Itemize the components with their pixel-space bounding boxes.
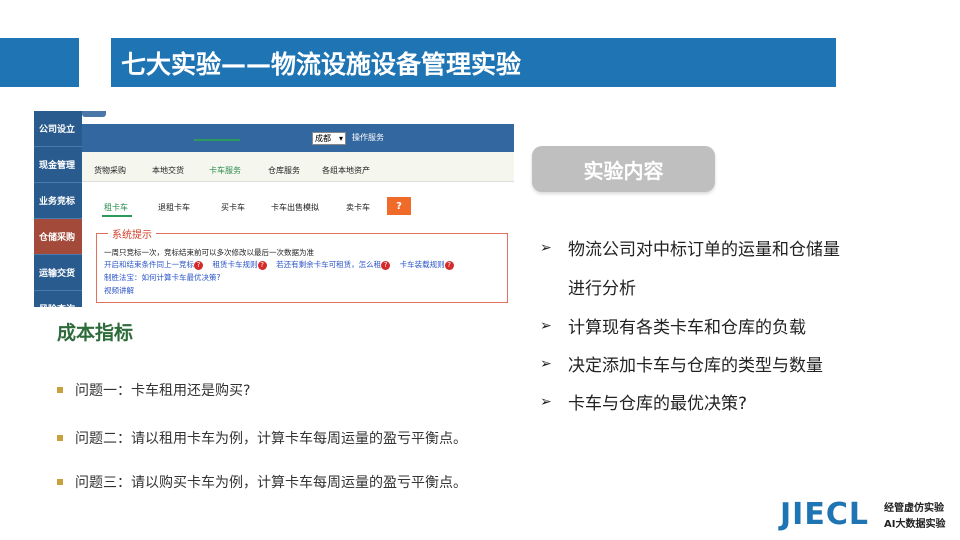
system-tip-links: 开启和结束条件同上一竞标? 租赁卡车规则? 若还有剩余卡车可租赁，怎么租? 卡车… bbox=[104, 259, 454, 270]
help-button[interactable]: ? bbox=[387, 197, 411, 215]
header-title-bar: 七大实验——物流设施设备管理实验 bbox=[111, 38, 836, 87]
screenshot-toolbar bbox=[82, 124, 514, 152]
menu-local-assets[interactable]: 各组本地资产 bbox=[322, 165, 370, 176]
tip-link-video[interactable]: 视频讲解 bbox=[104, 285, 134, 296]
system-tip-line: 一周只竞标一次，竞标结束前可以多次修改以最后一次数据为准 bbox=[104, 248, 314, 257]
experiment-item-text: 卡车与仓库的最优决策? bbox=[568, 394, 748, 414]
list-item: 问题三：请以购买卡车为例，计算卡车每周运量的盈亏平衡点。 bbox=[57, 472, 467, 492]
sidebar-item-delivery[interactable]: 运输交货 bbox=[34, 255, 82, 291]
list-item: ➢ 卡车与仓库的最优决策? bbox=[540, 389, 748, 415]
list-item: ➢ 物流公司对中标订单的运量和仓储量 bbox=[540, 235, 840, 261]
tab-sell-simulation[interactable]: 卡车出售模拟 bbox=[271, 202, 319, 213]
list-item: ➢ 计算现有各类卡车和仓库的负载 bbox=[540, 313, 806, 339]
menu-active-underline bbox=[194, 139, 240, 141]
sidebar-item-warehouse[interactable]: 仓储采购 bbox=[34, 219, 82, 255]
logo-subtitle-1: 经管虚仿实验 bbox=[884, 503, 944, 514]
tab-rent-truck[interactable]: 租卡车 bbox=[104, 202, 128, 213]
logo: JIECL bbox=[780, 497, 869, 532]
tab-sell-truck[interactable]: 卖卡车 bbox=[346, 202, 370, 213]
help-icon[interactable]: ? bbox=[257, 260, 267, 270]
experiment-item-text: 物流公司对中标订单的运量和仓储量 bbox=[568, 240, 840, 260]
sidebar-item-cash[interactable]: 现金管理 bbox=[34, 147, 82, 183]
help-icon[interactable]: ? bbox=[381, 260, 391, 270]
arrow-right-icon: ➢ bbox=[540, 317, 552, 334]
sidebar-item-company[interactable]: 公司设立 bbox=[34, 111, 82, 147]
city-select[interactable]: 成都 ▾ bbox=[312, 132, 346, 145]
arrow-right-icon: ➢ bbox=[540, 393, 552, 410]
list-item: 问题二：请以租用卡车为例，计算卡车每周运量的盈亏平衡点。 bbox=[57, 428, 467, 448]
arrow-right-icon: ➢ bbox=[540, 239, 552, 256]
tab-return-truck[interactable]: 退租卡车 bbox=[158, 202, 190, 213]
arrow-right-icon: ➢ bbox=[540, 355, 552, 372]
tip-link-bid-rule[interactable]: 开启和结束条件同上一竞标 bbox=[104, 260, 194, 269]
cost-section-title: 成本指标 bbox=[57, 322, 134, 344]
chevron-down-icon: ▾ bbox=[338, 134, 343, 143]
sidebar-item-bidding[interactable]: 业务竞标 bbox=[34, 183, 82, 219]
menu-local-delivery[interactable]: 本地交货 bbox=[152, 165, 184, 176]
question-text: 问题一：卡车租用还是购买? bbox=[75, 383, 251, 399]
tip-link-optimal[interactable]: 制胜法宝：如何计算卡车最优决策? bbox=[104, 272, 220, 283]
tip-link-load-rule[interactable]: 卡车装载规则 bbox=[400, 260, 445, 269]
help-icon[interactable]: ? bbox=[444, 260, 454, 270]
help-icon[interactable]: ? bbox=[194, 260, 203, 270]
experiment-item-continuation: 进行分析 bbox=[568, 279, 636, 299]
header-left-accent bbox=[0, 38, 79, 87]
logo-subtitle-2: AI大数据实验 bbox=[884, 519, 946, 530]
experiment-item-text: 计算现有各类卡车和仓库的负载 bbox=[568, 318, 806, 338]
list-item: 问题一：卡车租用还是购买? bbox=[57, 380, 250, 400]
menu-truck-service[interactable]: 卡车服务 bbox=[209, 165, 241, 176]
experiment-item-text: 决定添加卡车与仓库的类型与数量 bbox=[568, 356, 823, 376]
menu-warehouse-service[interactable]: 仓库服务 bbox=[268, 165, 300, 176]
screenshot-menu: 货物采购 本地交货 卡车服务 仓库服务 各组本地资产 bbox=[82, 152, 514, 182]
ops-label[interactable]: 操作服务 bbox=[352, 132, 384, 143]
list-item: ➢ 决定添加卡车与仓库的类型与数量 bbox=[540, 351, 823, 377]
page-title: 七大实验——物流设施设备管理实验 bbox=[121, 49, 522, 79]
tip-link-rent-rule[interactable]: 租赁卡车规则 bbox=[213, 260, 258, 269]
bullet-icon bbox=[57, 387, 63, 393]
screenshot-sidebar: 公司设立 现金管理 业务竞标 仓储采购 运输交货 风险查询 bbox=[34, 111, 82, 307]
question-text: 问题二：请以租用卡车为例，计算卡车每周运量的盈亏平衡点。 bbox=[75, 431, 467, 447]
tab-buy-truck[interactable]: 买卡车 bbox=[221, 202, 245, 213]
bullet-icon bbox=[57, 435, 63, 441]
sub-active-underline bbox=[102, 215, 132, 217]
collapse-tab[interactable] bbox=[82, 111, 106, 117]
question-text: 问题三：请以购买卡车为例，计算卡车每周运量的盈亏平衡点。 bbox=[75, 475, 467, 491]
bullet-icon bbox=[57, 479, 63, 485]
embedded-screenshot: 公司设立 现金管理 业务竞标 仓储采购 运输交货 风险查询 成都 ▾ 操作服务 … bbox=[34, 111, 514, 307]
system-tips-title: 系统提示 bbox=[108, 226, 156, 241]
experiment-content-button: 实验内容 bbox=[532, 146, 715, 192]
sidebar-item-risk[interactable]: 风险查询 bbox=[34, 291, 82, 307]
menu-goods-purchase[interactable]: 货物采购 bbox=[94, 165, 126, 176]
city-select-value: 成都 bbox=[315, 134, 331, 143]
tip-link-remaining[interactable]: 若还有剩余卡车可租赁，怎么租 bbox=[276, 260, 381, 269]
